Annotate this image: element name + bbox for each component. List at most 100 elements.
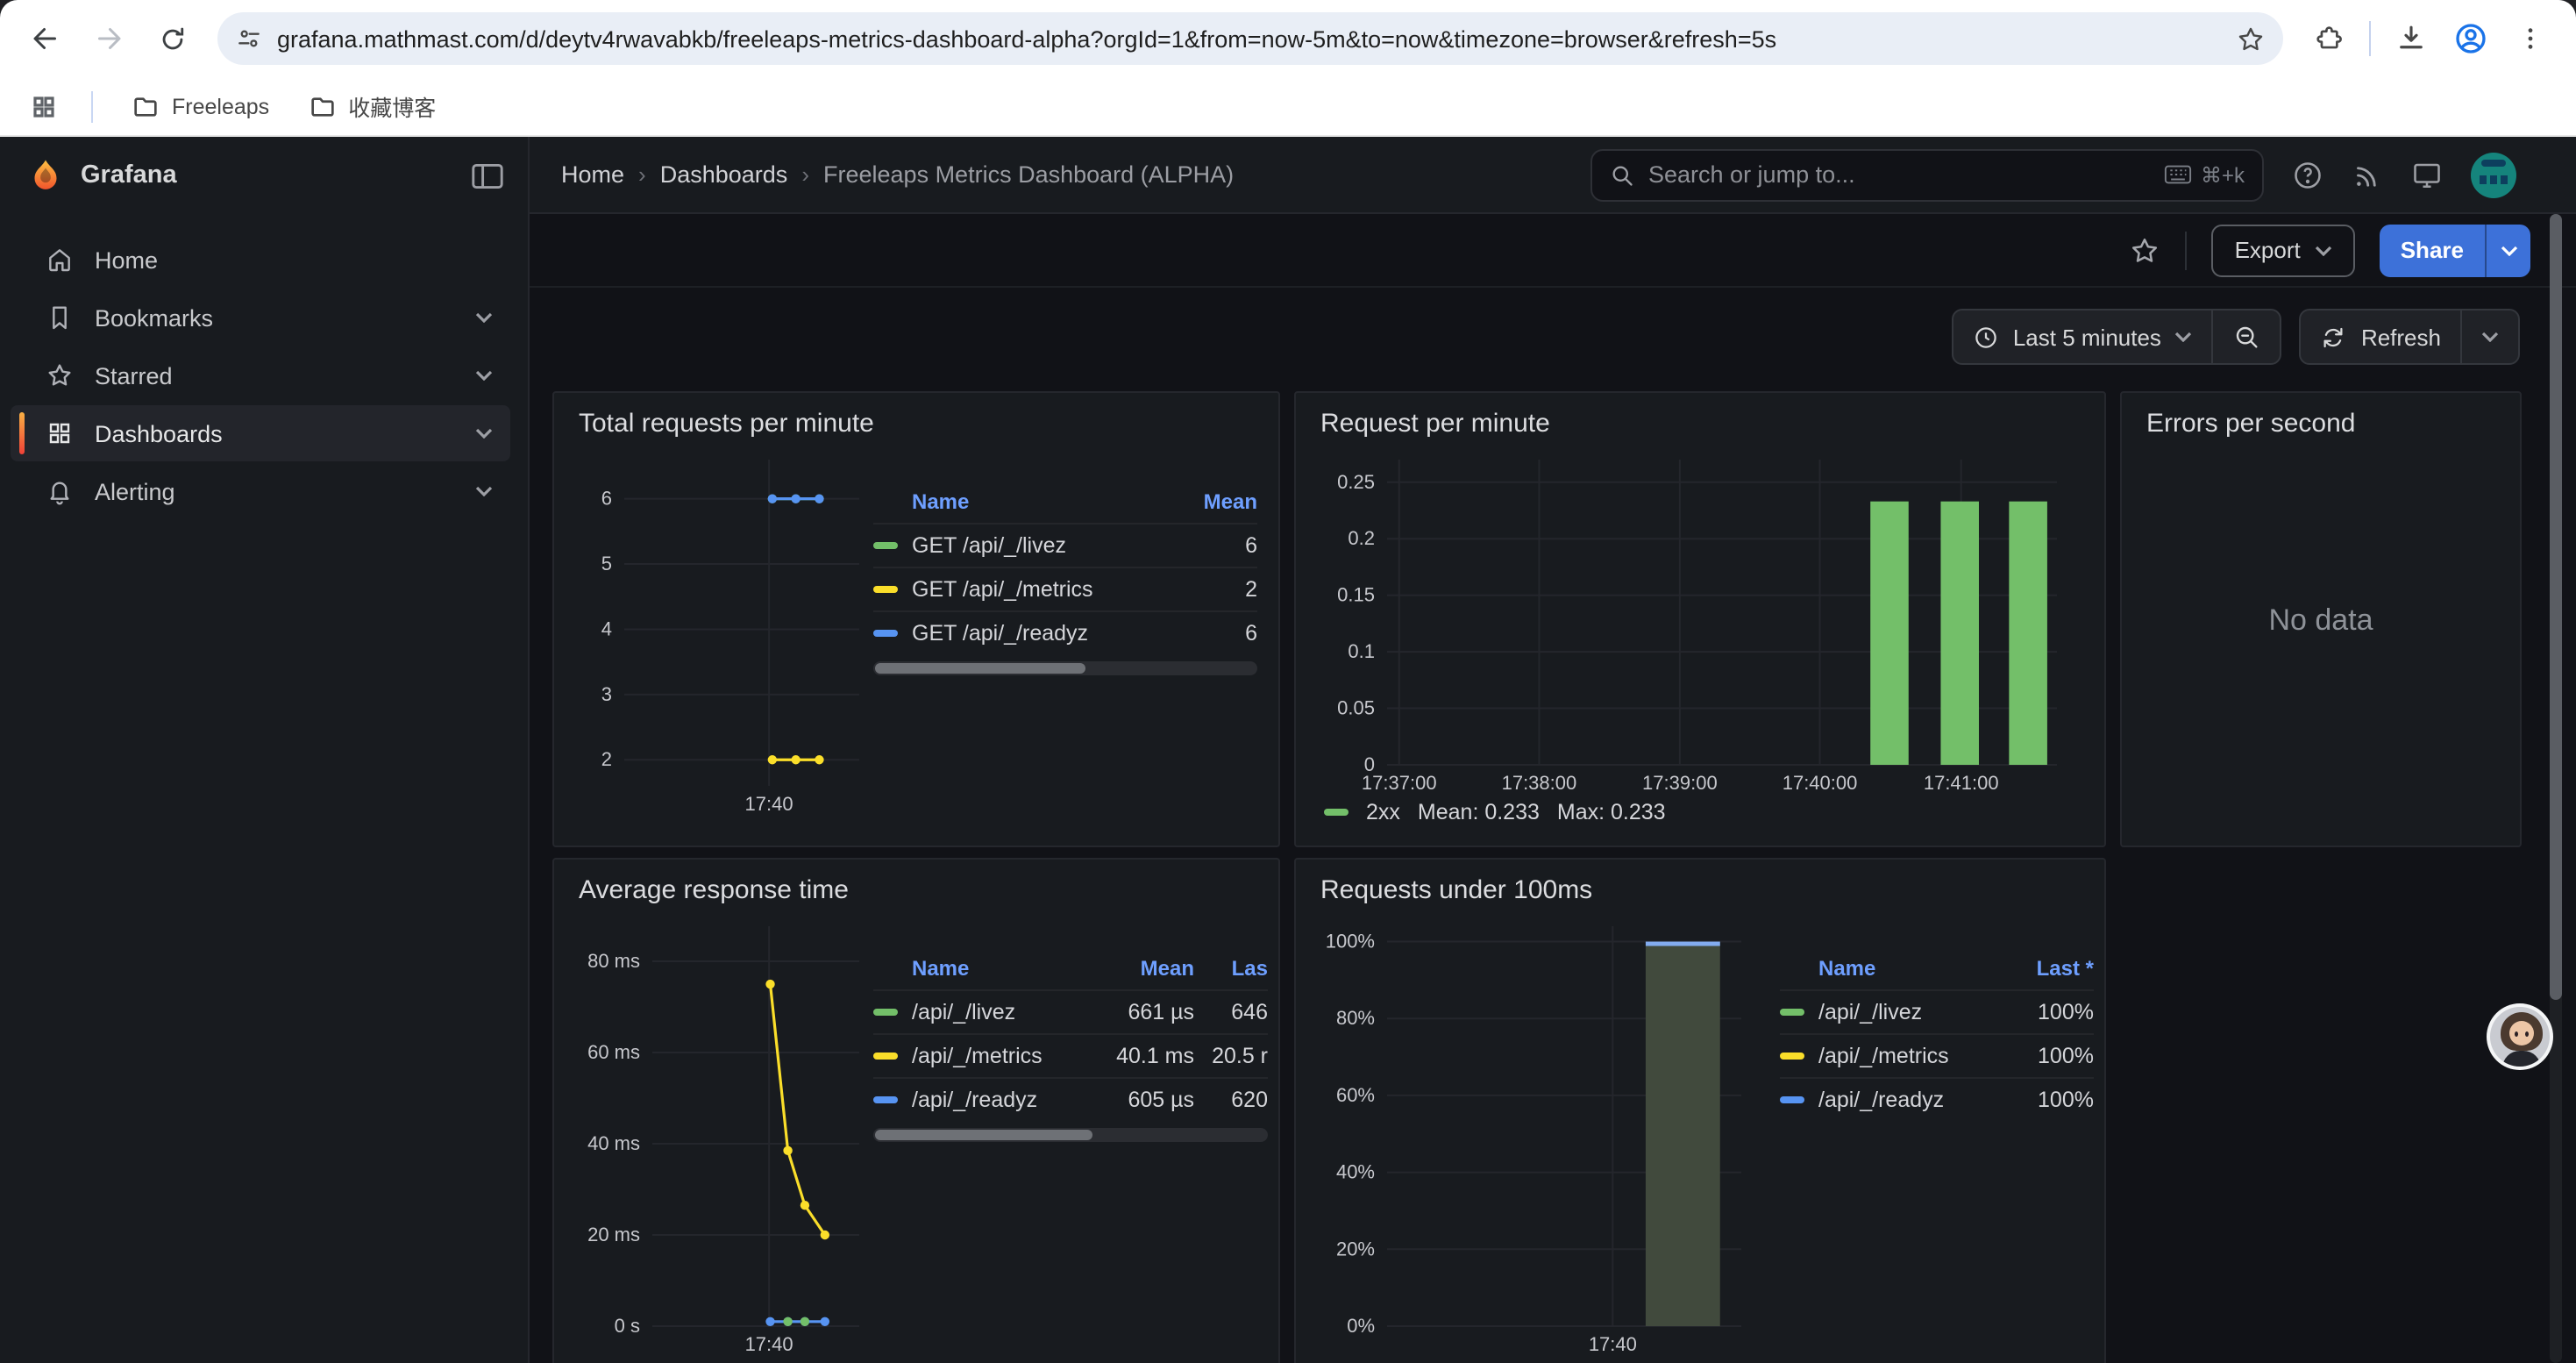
refresh-button[interactable]: Refresh	[2302, 310, 2460, 363]
refresh-group: Refresh	[2300, 309, 2520, 365]
legend-scrollbar[interactable]	[873, 1128, 1268, 1142]
scrollbar-thumb[interactable]	[875, 1130, 1092, 1140]
search-input[interactable]: Search or jump to... ⌘+k	[1590, 148, 2264, 201]
requests-under-100ms-chart[interactable]: 100%80%60%40%20%0%17:40	[1317, 912, 1755, 1363]
series-name[interactable]: /api/_/metrics	[1818, 1044, 2003, 1068]
panel-title[interactable]: Total requests per minute	[554, 393, 1278, 446]
sidebar-item-dashboards[interactable]: Dashboards	[11, 405, 510, 461]
col-last[interactable]: Las	[1194, 956, 1268, 981]
svg-text:17:40: 17:40	[745, 1333, 793, 1355]
series-color-pill[interactable]	[873, 1096, 898, 1103]
extensions-button[interactable]	[2301, 11, 2357, 67]
col-name[interactable]: Name	[1818, 956, 2003, 981]
series-last: 20.5 r	[1194, 1044, 1268, 1068]
average-response-time-chart[interactable]: 80 ms60 ms40 ms20 ms0 s17:40	[575, 912, 873, 1363]
series-mean: 6	[1166, 621, 1257, 646]
request-per-minute-chart[interactable]: 0.250.20.150.10.05017:37:0017:38:0017:39…	[1317, 446, 2071, 796]
url-bar[interactable]: grafana.mathmast.com/d/deytv4rwavabkb/fr…	[217, 12, 2283, 65]
series-name[interactable]: /api/_/livez	[912, 1000, 1089, 1024]
panel-title[interactable]: Requests under 100ms	[1296, 860, 2104, 912]
series-name[interactable]: /api/_/livez	[1818, 1000, 2003, 1024]
assistant-avatar[interactable]	[2487, 1003, 2553, 1070]
legend-row: /api/_/livez 661 µs 646	[873, 989, 1268, 1033]
apps-button[interactable]	[21, 83, 67, 129]
col-mean[interactable]: Mean	[1166, 489, 1257, 514]
series-name[interactable]: GET /api/_/readyz	[912, 621, 1166, 646]
chevron-down-icon[interactable]	[475, 312, 493, 323]
sidebar-item-home[interactable]: Home	[11, 232, 510, 288]
series-mean: 605 µs	[1089, 1088, 1194, 1112]
svg-text:100%: 100%	[1326, 931, 1375, 953]
bookmark-folder-blogs[interactable]: 收藏博客	[294, 82, 450, 130]
series-name[interactable]: /api/_/readyz	[912, 1088, 1089, 1112]
sidebar-item-alerting[interactable]: Alerting	[11, 463, 510, 519]
chevron-down-icon	[2481, 332, 2499, 342]
series-color-pill[interactable]	[873, 542, 898, 549]
share-menu-button[interactable]	[2485, 224, 2530, 276]
series-name[interactable]: GET /api/_/metrics	[912, 577, 1166, 602]
panel-title[interactable]: Request per minute	[1296, 393, 2104, 446]
series-color-pill[interactable]	[873, 630, 898, 637]
forward-button[interactable]	[81, 11, 137, 67]
site-settings-icon[interactable]	[235, 25, 263, 53]
share-button-group: Share	[2380, 224, 2530, 276]
breadcrumb-home[interactable]: Home	[561, 161, 624, 188]
bookmark-icon	[46, 303, 74, 332]
series-name[interactable]: 2xx	[1366, 800, 1400, 824]
series-color-pill[interactable]	[1780, 1009, 1804, 1016]
share-button[interactable]: Share	[2380, 224, 2485, 276]
series-color-pill[interactable]	[1780, 1096, 1804, 1103]
downloads-button[interactable]	[2383, 11, 2439, 67]
bookmark-label: Freeleaps	[172, 94, 269, 118]
user-avatar[interactable]	[2471, 152, 2516, 197]
chevron-down-icon[interactable]	[475, 370, 493, 381]
page-scrollbar[interactable]	[2550, 214, 2562, 1363]
extensions-puzzle-icon	[2314, 24, 2344, 54]
browser-menu-button[interactable]	[2502, 11, 2558, 67]
sidebar-item-bookmarks[interactable]: Bookmarks	[11, 289, 510, 346]
bookmarks-bar: Freeleaps 收藏博客	[0, 77, 2576, 137]
help-icon[interactable]	[2292, 159, 2323, 190]
bookmark-folder-freeleaps[interactable]: Freeleaps	[117, 85, 283, 127]
sidebar-item-label: Home	[95, 246, 493, 273]
series-color-pill[interactable]	[873, 1053, 898, 1060]
series-color-pill[interactable]	[873, 586, 898, 593]
legend-scrollbar[interactable]	[873, 661, 1257, 675]
series-name[interactable]: /api/_/metrics	[912, 1044, 1089, 1068]
total-requests-chart[interactable]: 6543217:40	[575, 446, 873, 817]
col-last[interactable]: Last *	[2003, 956, 2094, 981]
grafana-logo-icon[interactable]	[28, 158, 63, 193]
export-button[interactable]: Export	[2212, 224, 2355, 276]
bookmark-star-icon[interactable]	[2236, 24, 2266, 54]
panel-title[interactable]: Errors per second	[2122, 393, 2520, 446]
chevron-down-icon[interactable]	[475, 428, 493, 439]
monitor-icon[interactable]	[2411, 159, 2443, 190]
time-range-picker[interactable]: Last 5 minutes	[1953, 310, 2212, 363]
back-button[interactable]	[18, 11, 74, 67]
zoom-out-button[interactable]	[2212, 310, 2281, 363]
url-text[interactable]: grafana.mathmast.com/d/deytv4rwavabkb/fr…	[277, 25, 2222, 52]
profile-button[interactable]	[2443, 11, 2499, 67]
sidebar-item-starred[interactable]: Starred	[11, 347, 510, 403]
series-name[interactable]: /api/_/readyz	[1818, 1088, 2003, 1112]
breadcrumb-dashboards[interactable]: Dashboards	[660, 161, 788, 188]
series-color-pill[interactable]	[873, 1009, 898, 1016]
favorite-star-icon[interactable]	[2130, 234, 2161, 266]
scrollbar-thumb[interactable]	[875, 663, 1086, 674]
col-name[interactable]: Name	[912, 956, 1089, 981]
panel-errors-per-second: Errors per second No data	[2120, 391, 2522, 847]
news-icon[interactable]	[2352, 159, 2383, 190]
series-mean: 6	[1166, 533, 1257, 558]
series-color-pill[interactable]	[1324, 809, 1348, 816]
col-mean[interactable]: Mean	[1089, 956, 1194, 981]
col-name[interactable]: Name	[912, 489, 1166, 514]
refresh-interval-button[interactable]	[2460, 310, 2518, 363]
series-name[interactable]: GET /api/_/livez	[912, 533, 1166, 558]
reload-button[interactable]	[144, 11, 200, 67]
scrollbar-thumb[interactable]	[2550, 214, 2562, 1000]
panel-title[interactable]: Average response time	[554, 860, 1278, 912]
series-color-pill[interactable]	[1780, 1053, 1804, 1060]
chevron-down-icon[interactable]	[475, 486, 493, 496]
breadcrumb: Home › Dashboards › Freeleaps Metrics Da…	[561, 161, 1234, 188]
panel-toggle-icon[interactable]	[472, 162, 503, 189]
